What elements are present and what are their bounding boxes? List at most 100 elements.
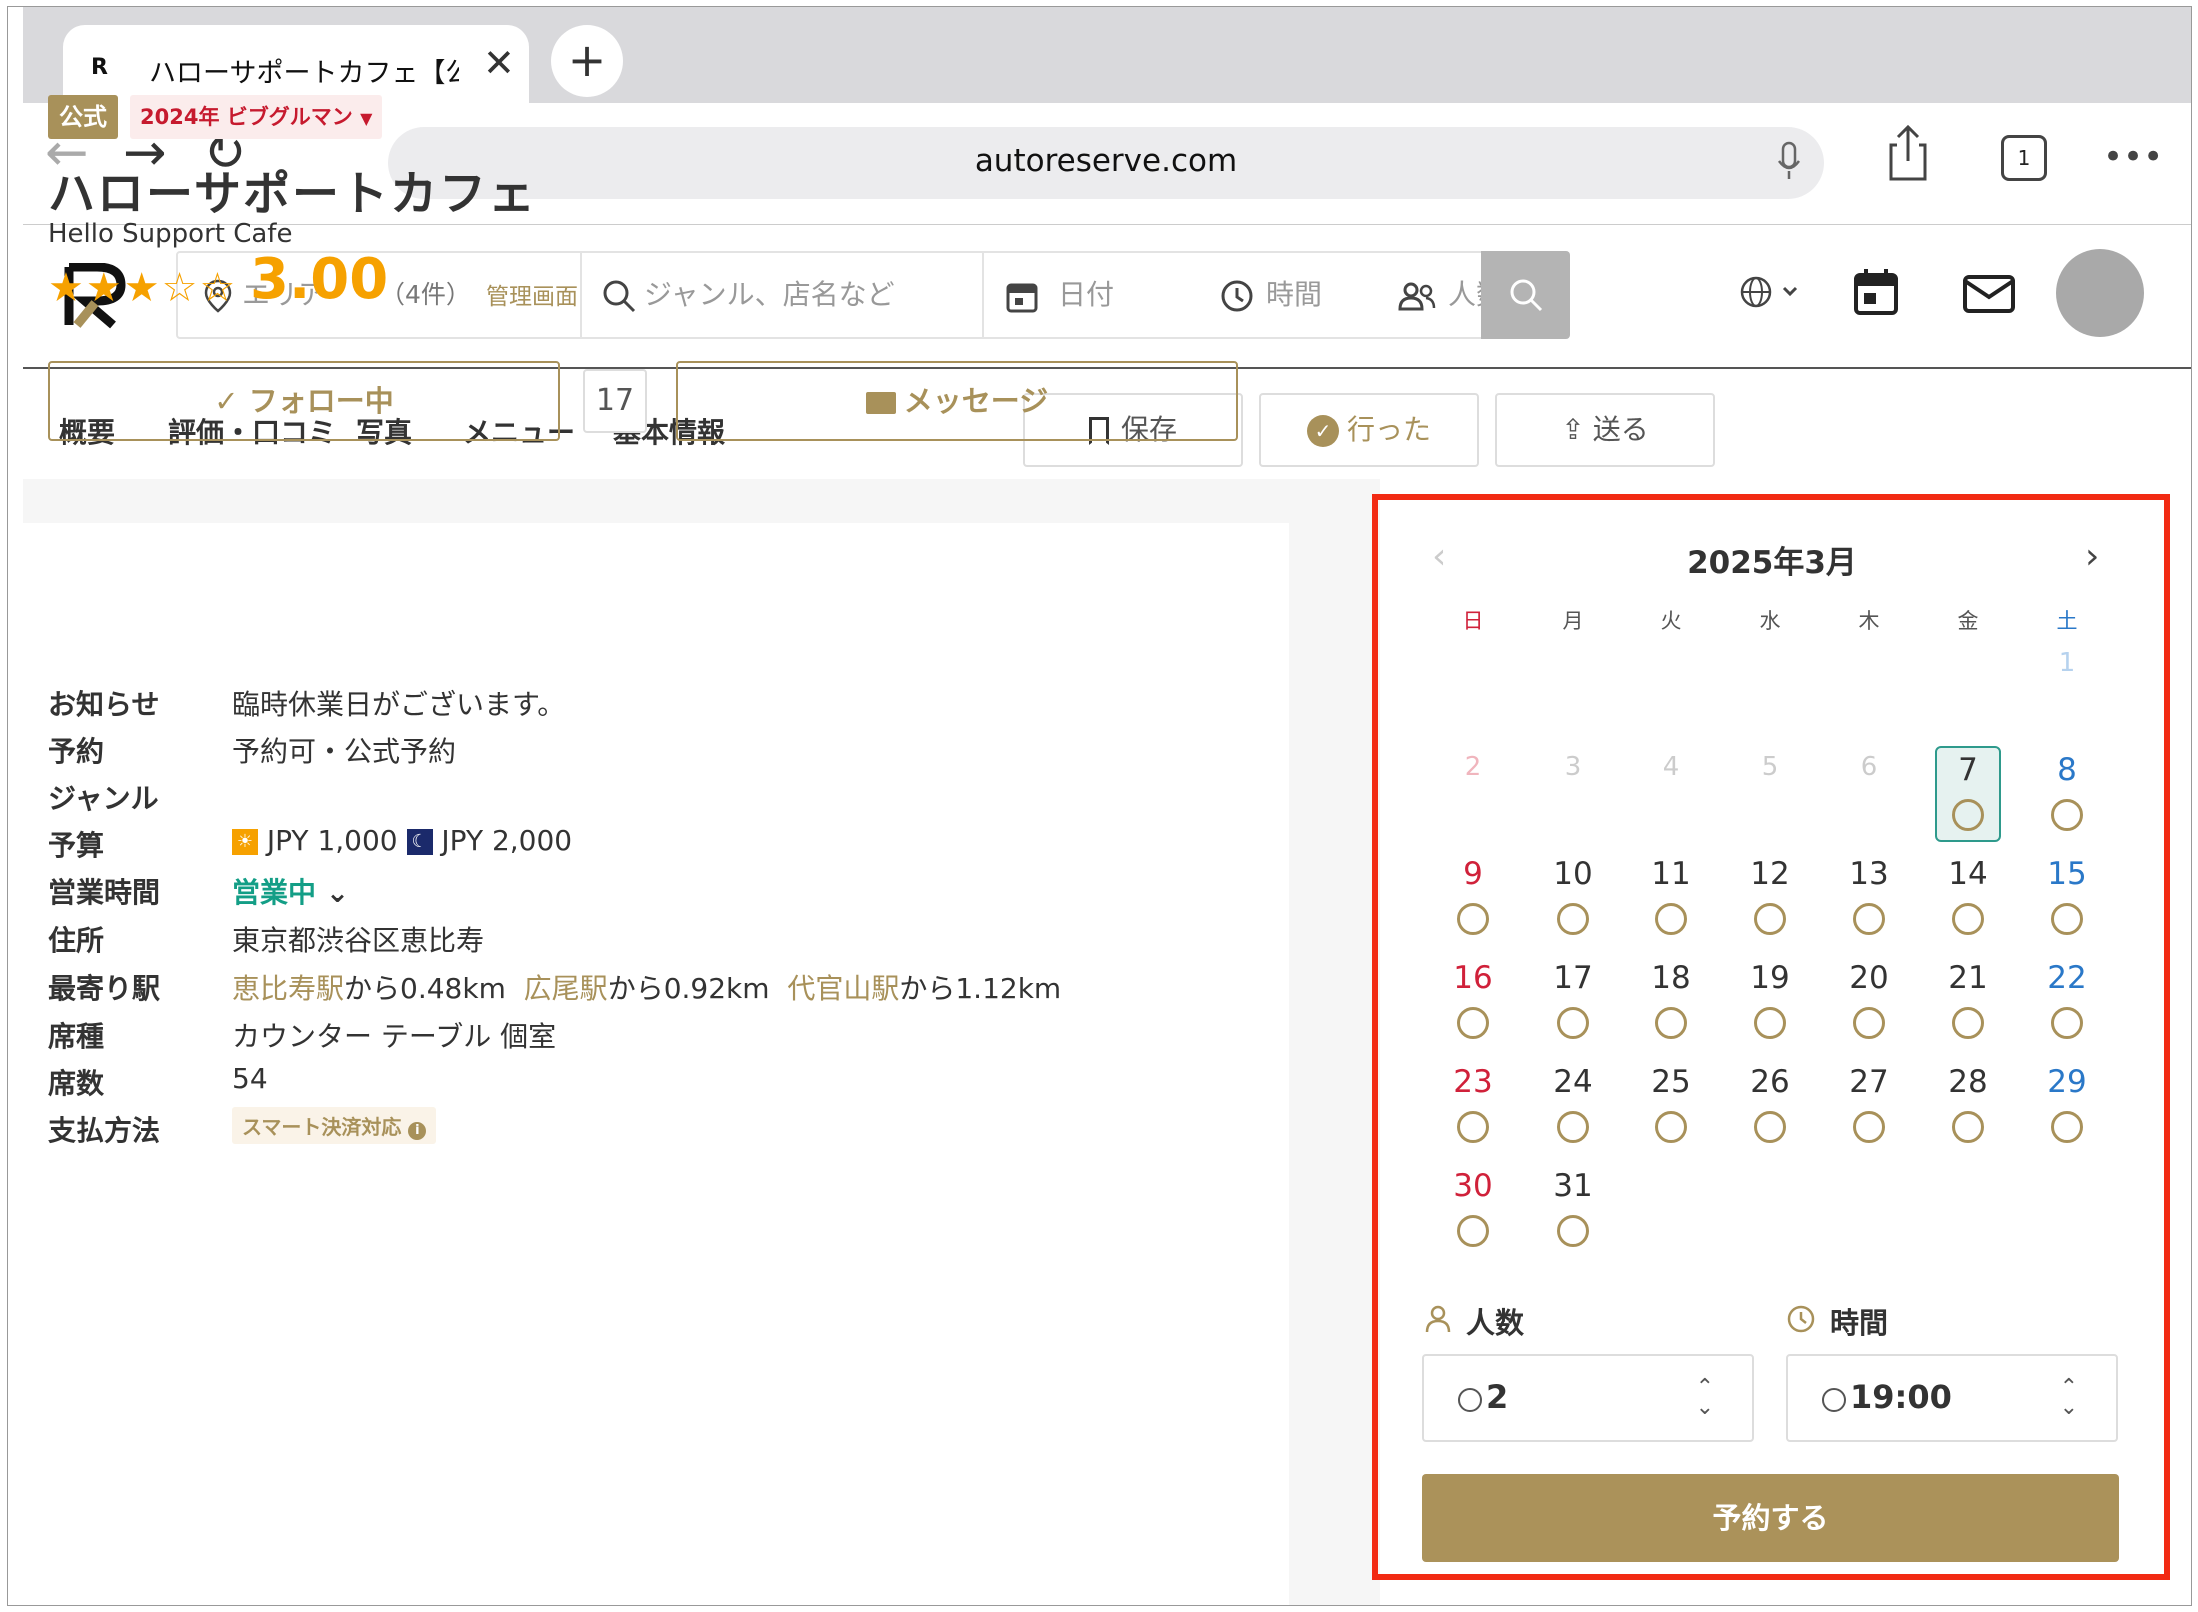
availability-circle-icon xyxy=(2051,903,2083,935)
upload-share-icon: ⇪ xyxy=(1561,413,1585,446)
calendar-day[interactable]: 10 xyxy=(1542,856,1604,892)
address-bar[interactable]: autoreserve.com xyxy=(388,127,1824,199)
mail-icon[interactable] xyxy=(1963,275,2015,313)
address-label: 住所 xyxy=(48,924,105,957)
station-distance: から0.48km xyxy=(344,972,506,1005)
review-count[interactable]: （4件） xyxy=(380,275,471,311)
availability-circle-icon xyxy=(1853,903,1885,935)
calendar-day[interactable]: 30 xyxy=(1442,1168,1504,1204)
send-button[interactable]: ⇪ 送る xyxy=(1495,393,1715,467)
calendar-day[interactable]: 28 xyxy=(1937,1064,1999,1100)
bib-gourmand-badge[interactable]: 2024年 ビブグルマン ▼ xyxy=(130,95,382,139)
went-button[interactable]: ✓ 行った xyxy=(1259,393,1479,467)
availability-circle-icon xyxy=(2051,1111,2083,1143)
calendar-day[interactable]: 19 xyxy=(1739,960,1801,996)
message-button[interactable]: メッセージ xyxy=(676,361,1238,441)
radio-icon xyxy=(1458,1388,1482,1412)
divider xyxy=(982,253,984,337)
calendar-day[interactable]: 25 xyxy=(1640,1064,1702,1100)
calendar-day[interactable]: 17 xyxy=(1542,960,1604,996)
seat-type-label: 席種 xyxy=(48,1020,105,1053)
share-icon[interactable] xyxy=(1885,123,1931,183)
weekday-thu: 木 xyxy=(1858,609,1880,633)
address-link[interactable]: 東京都渋谷区恵比寿 xyxy=(232,919,484,959)
availability-circle-icon xyxy=(1952,1007,1984,1039)
calendar-day[interactable]: 8 xyxy=(2036,752,2098,788)
admin-link[interactable]: 管理画面 xyxy=(486,277,578,311)
search-button[interactable] xyxy=(1481,251,1570,339)
availability-circle-icon xyxy=(1457,1007,1489,1039)
calendar-day[interactable]: 7 xyxy=(1937,752,1999,788)
calendar-day[interactable]: 21 xyxy=(1937,960,1999,996)
calendar-day[interactable]: 14 xyxy=(1937,856,1999,892)
weekday-tue: 火 xyxy=(1660,609,1682,633)
genre-input[interactable]: ジャンル、店名など xyxy=(644,253,895,337)
hours-status: 営業中 xyxy=(232,876,317,909)
station-link[interactable]: 広尾駅 xyxy=(524,972,608,1005)
radio-icon xyxy=(1822,1388,1846,1412)
reserve-button[interactable]: 予約する xyxy=(1422,1474,2119,1562)
tab-bar: R ハローサポートカフェ【公式 ✕ + xyxy=(23,7,2191,111)
budget-lunch: JPY 1,000 xyxy=(266,824,398,857)
info-icon[interactable]: i xyxy=(408,1122,427,1140)
calendar-day[interactable]: 12 xyxy=(1739,856,1801,892)
calendar-day[interactable]: 31 xyxy=(1542,1168,1604,1204)
availability-circle-icon xyxy=(1655,1007,1687,1039)
shop-info-card xyxy=(23,523,1289,1605)
availability-circle-icon xyxy=(1557,1215,1589,1247)
url-text: autoreserve.com xyxy=(974,143,1238,179)
next-month-icon[interactable]: › xyxy=(2085,536,2099,577)
calendar-day[interactable]: 16 xyxy=(1442,960,1504,996)
calendar-day[interactable]: 18 xyxy=(1640,960,1702,996)
station-link[interactable]: 恵比寿駅 xyxy=(232,972,344,1005)
calendar-day[interactable]: 13 xyxy=(1838,856,1900,892)
caret-down-icon: ▼ xyxy=(360,109,373,128)
hours-toggle[interactable]: 営業中 ⌄ xyxy=(232,871,349,911)
prev-month-icon[interactable]: ‹ xyxy=(1432,536,1446,577)
availability-circle-icon xyxy=(1557,1007,1589,1039)
clock-icon xyxy=(1787,1305,1815,1333)
date-input[interactable]: 日付 xyxy=(1058,253,1114,337)
search-icon xyxy=(603,280,636,313)
calendar-day[interactable]: 26 xyxy=(1739,1064,1801,1100)
station-distance: から0.92km xyxy=(607,972,770,1005)
weekday-mon: 月 xyxy=(1562,609,1584,633)
availability-circle-icon xyxy=(1754,1111,1786,1143)
envelope-icon xyxy=(865,392,896,414)
notice-label: お知らせ xyxy=(48,688,160,721)
weekday-sat: 土 xyxy=(2056,609,2078,633)
calendar-day: 5 xyxy=(1761,752,1779,782)
more-options-icon[interactable]: ••• xyxy=(2103,137,2163,177)
new-tab-button[interactable]: + xyxy=(551,25,623,97)
sun-icon: ☀ xyxy=(232,829,258,855)
calendar-day[interactable]: 20 xyxy=(1838,960,1900,996)
microphone-icon[interactable] xyxy=(1776,141,1802,183)
tab-count-button[interactable]: 1 xyxy=(2001,135,2047,181)
calendar-day: 1 xyxy=(2058,648,2076,678)
follow-button[interactable]: ✓ フォロー中 xyxy=(48,361,560,441)
person-icon xyxy=(1425,1305,1451,1333)
time-select[interactable]: 19:00 ⌃ ⌄ xyxy=(1786,1354,2118,1442)
people-select[interactable]: 2 ⌃ ⌄ xyxy=(1422,1354,1754,1442)
divider xyxy=(580,253,582,337)
calendar-day[interactable]: 22 xyxy=(2036,960,2098,996)
calendar-day[interactable]: 23 xyxy=(1442,1064,1504,1100)
smart-payment-label: スマート決済対応 xyxy=(242,1115,402,1139)
station-link[interactable]: 代官山駅 xyxy=(787,972,899,1005)
language-globe-icon[interactable] xyxy=(1740,275,1802,311)
calendar-day[interactable]: 24 xyxy=(1542,1064,1604,1100)
close-icon[interactable]: ✕ xyxy=(483,41,515,85)
people-label: 人数 xyxy=(1466,1306,1525,1340)
calendar-day[interactable]: 11 xyxy=(1640,856,1702,892)
reservations-calendar-icon[interactable] xyxy=(1853,267,1899,317)
calendar-day[interactable]: 9 xyxy=(1442,856,1504,892)
calendar-day[interactable]: 15 xyxy=(2036,856,2098,892)
check-circle-icon: ✓ xyxy=(1306,415,1339,447)
time-input[interactable]: 時間 xyxy=(1266,253,1322,337)
user-avatar[interactable] xyxy=(2056,249,2144,337)
availability-circle-icon xyxy=(2051,799,2083,831)
weekday-sun: 日 xyxy=(1462,609,1484,633)
calendar-day[interactable]: 27 xyxy=(1838,1064,1900,1100)
availability-circle-icon xyxy=(1754,1007,1786,1039)
calendar-day[interactable]: 29 xyxy=(2036,1064,2098,1100)
